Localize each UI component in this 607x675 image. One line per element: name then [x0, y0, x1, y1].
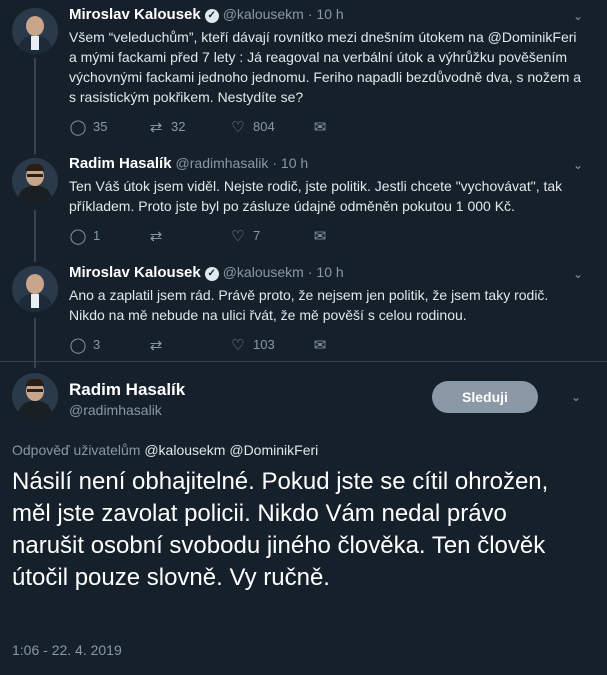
retweet-button[interactable]: ⇄ [147, 227, 171, 245]
retweet-icon: ⇄ [149, 228, 163, 245]
main-tweet-text: Násilí není obhajitelné. Pokud jste se c… [12, 468, 549, 591]
tweet-text: Ten Váš útok jsem viděl. Nejste rodič, j… [69, 178, 563, 214]
chevron-down-icon[interactable]: ⌄ [571, 390, 581, 404]
reply-count: 35 [93, 119, 108, 134]
like-count: 103 [253, 337, 275, 352]
author-handle[interactable]: @kalousekm [223, 6, 304, 22]
speech-bubble-icon: ◯ [69, 337, 87, 354]
thread-connector [34, 210, 36, 262]
divider [0, 361, 607, 362]
dm-button[interactable]: ✉ [311, 227, 335, 245]
chevron-down-icon[interactable]: ⌄ [573, 9, 583, 23]
tweet-time[interactable]: · 10 h [272, 155, 308, 171]
author-handle[interactable]: @radimhasalik [176, 155, 269, 171]
dm-button[interactable]: ✉ [311, 336, 335, 354]
retweet-button[interactable]: ⇄ [147, 336, 171, 354]
reply-button[interactable]: ◯ 1 [69, 227, 101, 245]
avatar[interactable] [12, 266, 58, 312]
reply-button[interactable]: ◯ 35 [69, 118, 108, 136]
author-name[interactable]: Radim Hasalík [69, 380, 185, 400]
reply-prefix: Odpověď uživatelům [12, 442, 141, 458]
like-count: 804 [253, 119, 275, 134]
chevron-down-icon[interactable]: ⌄ [573, 158, 583, 172]
like-count: 7 [253, 228, 261, 243]
avatar[interactable] [12, 158, 58, 204]
tweet-text: Ano a zaplatil jsem rád. Právě proto, že… [69, 287, 549, 323]
author-name[interactable]: Miroslav Kalousek [69, 6, 201, 23]
reply-count: 3 [93, 337, 101, 352]
retweet-button[interactable]: ⇄ 32 [147, 118, 186, 136]
retweet-icon: ⇄ [149, 337, 163, 354]
like-button[interactable]: ♡ 7 [229, 227, 260, 245]
dm-button[interactable]: ✉ [311, 118, 335, 136]
heart-icon: ♡ [231, 228, 245, 245]
thread-connector [34, 58, 36, 154]
speech-bubble-icon: ◯ [69, 119, 87, 136]
author-name[interactable]: Radim Hasalík [69, 155, 172, 172]
like-button[interactable]: ♡ 103 [229, 336, 275, 354]
envelope-icon: ✉ [313, 228, 327, 245]
tweet-time[interactable]: · 10 h [308, 6, 344, 22]
heart-icon: ♡ [231, 119, 245, 136]
heart-icon: ♡ [231, 337, 245, 354]
avatar[interactable] [12, 373, 58, 419]
envelope-icon: ✉ [313, 119, 327, 136]
retweet-count: 32 [171, 119, 186, 134]
author-name[interactable]: Miroslav Kalousek [69, 264, 201, 281]
verified-badge-icon: ✓ [204, 9, 219, 23]
tweet-timestamp[interactable]: 1:06 - 22. 4. 2019 [12, 642, 122, 658]
verified-badge-icon: ✓ [204, 267, 219, 281]
retweet-icon: ⇄ [149, 119, 163, 136]
chevron-down-icon[interactable]: ⌄ [573, 267, 583, 281]
reply-context: Odpověď uživatelům @kalousekm @DominikFe… [12, 442, 318, 458]
like-button[interactable]: ♡ 804 [229, 118, 275, 136]
tweet-time[interactable]: · 10 h [308, 264, 344, 280]
envelope-icon: ✉ [313, 337, 327, 354]
reply-button[interactable]: ◯ 3 [69, 336, 101, 354]
speech-bubble-icon: ◯ [69, 228, 87, 245]
author-handle[interactable]: @radimhasalik [69, 402, 162, 418]
follow-button[interactable]: Sleduji [432, 381, 538, 413]
reply-count: 1 [93, 228, 101, 243]
avatar[interactable] [12, 8, 58, 54]
tweet-text: Všem “veleduchům”, kteří dávají rovnítko… [69, 29, 582, 105]
author-handle[interactable]: @kalousekm [223, 264, 304, 280]
reply-mentions[interactable]: @kalousekm @DominikFeri [144, 442, 318, 458]
